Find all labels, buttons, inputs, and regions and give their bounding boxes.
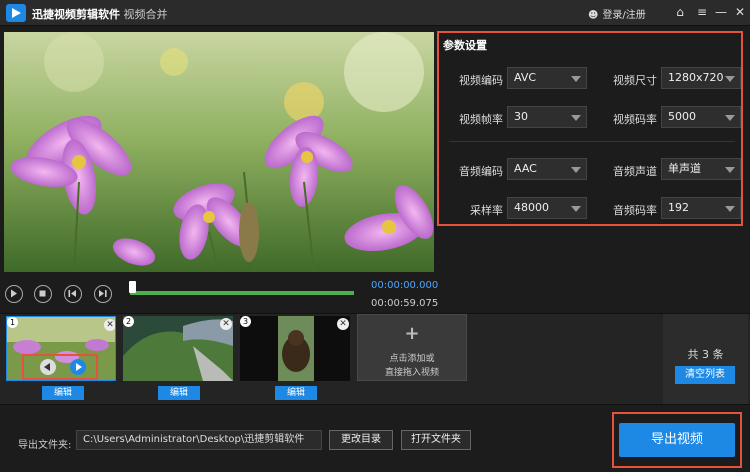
timeline-track[interactable]: [130, 291, 354, 295]
total-time: 00:00:59.075: [371, 298, 439, 309]
clip-1-edit-button[interactable]: 编辑: [42, 386, 84, 400]
minimize-icon[interactable]: —: [713, 4, 729, 20]
chevron-down-icon: [725, 206, 735, 212]
params-panel: 参数设置 视频编码 AVC 视频尺寸 1280x720 视频帧率 30 视频码率…: [437, 31, 743, 226]
audio-bitrate-value: 192: [668, 201, 689, 214]
divider: [449, 141, 735, 142]
prev-frame-button[interactable]: [64, 285, 82, 303]
clip-3-number: 3: [240, 316, 251, 327]
clip-count: 共 3 条: [687, 348, 724, 361]
prev-frame-icon: [68, 290, 76, 297]
chevron-down-icon: [571, 206, 581, 212]
user-icon: ☻: [588, 10, 599, 21]
home-icon[interactable]: ⌂: [672, 4, 688, 20]
audio-channel-value: 单声道: [668, 162, 701, 175]
chevron-down-icon: [571, 167, 581, 173]
video-preview: [4, 32, 434, 272]
clip-thumbnail-2[interactable]: 2 ✕: [123, 316, 233, 381]
clip-thumbnail-3[interactable]: 3 ✕: [240, 316, 350, 381]
clip-1-number: 1: [7, 317, 18, 328]
stop-button[interactable]: [34, 285, 52, 303]
login-label: 登录/注册: [602, 10, 646, 21]
change-dir-button[interactable]: 更改目录: [329, 430, 393, 450]
video-size-select[interactable]: 1280x720: [661, 67, 741, 89]
clip-3-edit-button[interactable]: 编辑: [275, 386, 317, 400]
video-bitrate-label: 视频码率: [613, 113, 657, 126]
add-video-hint-2: 直接拖入视频: [384, 368, 439, 378]
chevron-down-icon: [725, 76, 735, 82]
audio-channel-select[interactable]: 单声道: [661, 158, 741, 180]
clip-2-remove-icon[interactable]: ✕: [220, 318, 232, 330]
clip-3-image: [240, 316, 350, 381]
sample-rate-select[interactable]: 48000: [507, 197, 587, 219]
stop-icon: [39, 290, 46, 297]
plus-icon: +: [404, 323, 420, 344]
sample-rate-value: 48000: [514, 201, 549, 214]
audio-codec-value: AAC: [514, 162, 537, 175]
output-path-field[interactable]: C:\Users\Administrator\Desktop\迅捷剪辑软件: [76, 430, 322, 450]
clip-1-move-frame: [22, 354, 98, 380]
next-frame-icon: [99, 290, 107, 297]
video-bitrate-select[interactable]: 5000: [661, 106, 741, 128]
video-bitrate-value: 5000: [668, 110, 696, 123]
frame-rate-label: 视频帧率: [459, 113, 503, 126]
close-icon[interactable]: ✕: [732, 4, 748, 20]
current-time: 00:00:00.000: [371, 280, 439, 291]
video-codec-label: 视频编码: [459, 74, 503, 87]
audio-codec-label: 音频编码: [459, 165, 503, 178]
play-icon: [11, 289, 17, 298]
audio-bitrate-label: 音频码率: [613, 204, 657, 217]
sample-rate-label: 采样率: [470, 204, 503, 217]
preview-image: [4, 32, 434, 272]
app-title: 迅捷视频剪辑软件: [32, 8, 120, 21]
clip-2-edit-button[interactable]: 编辑: [158, 386, 200, 400]
video-size-value: 1280x720: [668, 71, 724, 84]
audio-codec-select[interactable]: AAC: [507, 158, 587, 180]
app-logo-icon: [6, 4, 26, 22]
video-codec-select[interactable]: AVC: [507, 67, 587, 89]
chevron-down-icon: [725, 115, 735, 121]
params-title: 参数设置: [443, 39, 487, 52]
title-bar: 迅捷视频剪辑软件 - 视频合并 ☻ 登录/注册 ⌂ ≡ — ✕: [0, 0, 750, 26]
chevron-down-icon: [571, 76, 581, 82]
open-folder-button[interactable]: 打开文件夹: [401, 430, 471, 450]
page-title: - 视频合并: [116, 8, 168, 21]
next-frame-button[interactable]: [94, 285, 112, 303]
login-button[interactable]: ☻ 登录/注册: [588, 6, 646, 21]
frame-rate-value: 30: [514, 110, 528, 123]
play-button[interactable]: [5, 285, 23, 303]
frame-rate-select[interactable]: 30: [507, 106, 587, 128]
video-size-label: 视频尺寸: [613, 74, 657, 87]
clip-2-image: [123, 316, 233, 381]
add-video-button[interactable]: + 点击添加或 直接拖入视频: [357, 314, 467, 381]
chevron-down-icon: [725, 167, 735, 173]
clear-list-button[interactable]: 清空列表: [675, 366, 735, 384]
audio-bitrate-select[interactable]: 192: [661, 197, 741, 219]
clip-1-remove-icon[interactable]: ✕: [104, 319, 115, 331]
timeline-handle[interactable]: [129, 281, 136, 293]
clip-2-number: 2: [123, 316, 134, 327]
clip-1-move-arrows: [40, 359, 86, 375]
chevron-down-icon: [571, 115, 581, 121]
output-folder-label: 导出文件夹:: [18, 440, 72, 451]
audio-channel-label: 音频声道: [613, 165, 657, 178]
export-video-button[interactable]: 导出视频: [619, 423, 735, 457]
clip-3-remove-icon[interactable]: ✕: [337, 318, 349, 330]
clip-count-panel: 共 3 条 清空列表: [663, 314, 748, 404]
menu-icon[interactable]: ≡: [694, 4, 710, 20]
add-video-hint-1: 点击添加或: [389, 354, 435, 364]
video-codec-value: AVC: [514, 71, 537, 84]
